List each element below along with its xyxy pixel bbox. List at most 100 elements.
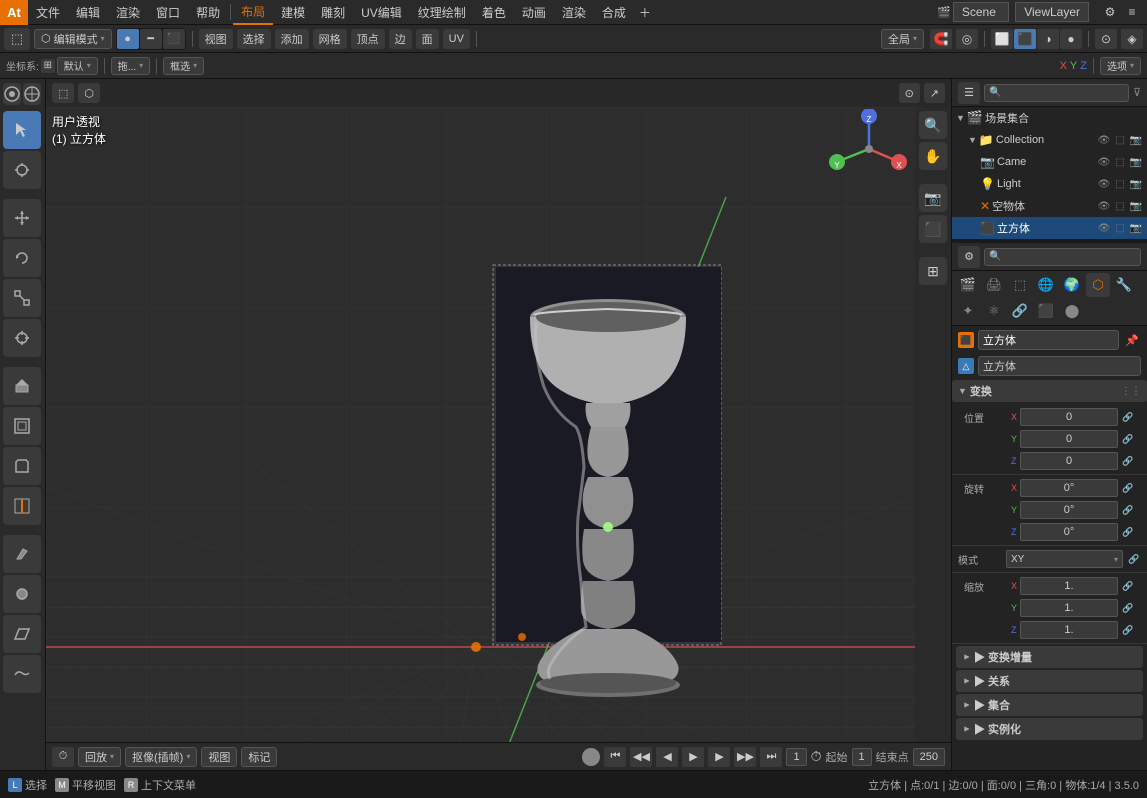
scale-y-input[interactable]: 1. — [1020, 599, 1118, 617]
camera-eye-icon[interactable]: 👁 — [1097, 155, 1111, 169]
next-frame-btn[interactable]: ▶ — [708, 747, 730, 767]
scale-z-chain[interactable]: 🔗 — [1121, 623, 1135, 637]
snap-toggle[interactable]: 🧲 — [930, 29, 952, 49]
play-btn[interactable]: ▶ — [682, 747, 704, 767]
menu-edit[interactable]: 编辑 — [68, 0, 108, 25]
orthographic-btn[interactable]: ⊞ — [919, 257, 947, 285]
vertex-menu[interactable]: 顶点 — [351, 29, 385, 49]
prev-frame-btn[interactable]: ◀ — [656, 747, 678, 767]
viewlayer-name-input[interactable]: ViewLayer — [1015, 2, 1089, 22]
next-keyframe-btn[interactable]: ▶▶ — [734, 747, 756, 767]
mode-icon-btn[interactable] — [3, 83, 21, 105]
current-frame-input[interactable]: 1 — [786, 748, 806, 766]
marker-dropdown[interactable]: 标记 — [241, 747, 277, 767]
bisect-tool-btn[interactable] — [3, 575, 41, 613]
outliner-type-btn[interactable]: ☰ — [958, 82, 980, 104]
menu-render[interactable]: 渲染 — [108, 0, 148, 25]
rot-z-chain[interactable]: 🔗 — [1121, 525, 1135, 539]
prop-tab-scene[interactable]: 🌐 — [1034, 273, 1058, 297]
transform-tool-btn[interactable] — [3, 319, 41, 357]
playback-mode-dropdown[interactable]: 回放 ▾ — [78, 747, 121, 767]
wire-shading-btn[interactable]: ⬜ — [991, 29, 1013, 49]
extrude-tool-btn[interactable] — [3, 367, 41, 405]
camera-render-icon[interactable]: 📷 — [1129, 155, 1143, 169]
properties-type-btn[interactable]: ⚙ — [958, 246, 980, 268]
prop-tab-object-data[interactable]: ⬛ — [1034, 299, 1058, 323]
select-mode-dropdown[interactable]: 框选 ▾ — [163, 57, 204, 75]
transform-global-dropdown[interactable]: 全局 ▾ — [881, 29, 924, 49]
rot-x-input[interactable]: 0° — [1020, 479, 1118, 497]
gizmo-btn[interactable] — [23, 83, 41, 105]
camera-item[interactable]: 📷 Came 👁 ⬚ 📷 — [952, 151, 1147, 173]
loc-x-chain[interactable]: 🔗 — [1121, 410, 1135, 424]
viewport-3d[interactable] — [46, 107, 915, 742]
uv-menu[interactable]: UV — [443, 29, 470, 49]
rotate-tool-btn[interactable] — [3, 239, 41, 277]
empty-screen-icon[interactable]: ⬚ — [1113, 199, 1127, 213]
prop-tab-material[interactable]: ⬤ — [1060, 299, 1084, 323]
view-dropdown[interactable]: 视图 — [201, 747, 237, 767]
properties-search[interactable]: 🔍 — [984, 248, 1141, 266]
transform-section-header[interactable]: ▼ 变换 ⋮⋮ — [952, 380, 1147, 402]
viewport-editor-type[interactable]: ⬚ — [52, 83, 74, 103]
face-mode-btn[interactable]: ⬛ — [163, 29, 185, 49]
eye-icon[interactable]: 👁 — [1097, 133, 1111, 147]
loc-z-input[interactable]: 0 — [1020, 452, 1118, 470]
workspace-uv[interactable]: UV编辑 — [353, 0, 410, 25]
edge-mode-btn[interactable]: ━ — [140, 29, 162, 49]
empty-render-icon[interactable]: 📷 — [1129, 199, 1143, 213]
engine-icon[interactable]: ⚙ — [1099, 1, 1121, 23]
scale-x-input[interactable]: 1. — [1020, 577, 1118, 595]
light-item[interactable]: 💡 Light 👁 ⬚ 📷 — [952, 173, 1147, 195]
scale-y-chain[interactable]: 🔗 — [1121, 601, 1135, 615]
prop-tab-physics[interactable]: ⚛ — [982, 299, 1006, 323]
rot-z-input[interactable]: 0° — [1020, 523, 1118, 541]
transform-options-icon[interactable]: ⋮⋮ — [1121, 386, 1141, 397]
knife-tool-btn[interactable] — [3, 535, 41, 573]
overlay-btn[interactable]: ⊙ — [1095, 29, 1117, 49]
scale-x-chain[interactable]: 🔗 — [1121, 579, 1135, 593]
prop-tab-object[interactable]: ⬡ — [1086, 273, 1110, 297]
workspace-layout[interactable]: 布局 — [233, 0, 273, 25]
transform-delta-section[interactable]: ▼ ▶ 变换增量 — [956, 646, 1143, 668]
loc-y-input[interactable]: 0 — [1020, 430, 1118, 448]
prop-tab-output[interactable]: 🖨 — [982, 273, 1006, 297]
light-eye-icon[interactable]: 👁 — [1097, 177, 1111, 191]
end-frame-input[interactable]: 250 — [913, 748, 945, 766]
preferences-icon[interactable]: ≡ — [1121, 1, 1143, 23]
vertex-mode-btn[interactable]: ● — [117, 29, 139, 49]
prop-tab-modifier[interactable]: 🔧 — [1112, 273, 1136, 297]
coord-dropdown[interactable]: 默认 ▾ — [57, 57, 98, 75]
smooth-tool-btn[interactable] — [3, 655, 41, 693]
add-workspace-btn[interactable]: ＋ — [634, 1, 656, 23]
zoom-in-btn[interactable]: 🔍 — [919, 111, 947, 139]
camera-lock-btn[interactable]: ⬛ — [919, 215, 947, 243]
scene-name-input[interactable]: Scene — [953, 2, 1009, 22]
material-shading-btn[interactable]: ◑ — [1037, 29, 1059, 49]
scene-collection-item[interactable]: ▼ 🎬 场景集合 — [952, 107, 1147, 129]
render-shading-btn[interactable]: ● — [1060, 29, 1082, 49]
menu-help[interactable]: 帮助 — [188, 0, 228, 25]
render-icon[interactable]: 📷 — [1129, 133, 1143, 147]
prop-tab-world[interactable]: 🌍 — [1060, 273, 1084, 297]
move-tool-btn[interactable] — [3, 199, 41, 237]
workspace-sculpt[interactable]: 雕刻 — [313, 0, 353, 25]
pin-icon[interactable]: 📌 — [1123, 331, 1141, 349]
editor-type-btn[interactable]: ⬚ — [4, 28, 30, 50]
workspace-color[interactable]: 着色 — [474, 0, 514, 25]
zoom-out-btn[interactable]: ✋ — [919, 142, 947, 170]
screen-icon[interactable]: ⬚ — [1113, 133, 1127, 147]
camera-screen-icon[interactable]: ⬚ — [1113, 155, 1127, 169]
workspace-composite[interactable]: 合成 — [594, 0, 634, 25]
light-screen-icon[interactable]: ⬚ — [1113, 177, 1127, 191]
edge-menu[interactable]: 边 — [389, 29, 412, 49]
viewport-area[interactable]: ⬚ ⬡ ⊙ ↗ — [46, 79, 951, 742]
prev-keyframe-btn[interactable]: ◀◀ — [630, 747, 652, 767]
inset-tool-btn[interactable] — [3, 407, 41, 445]
cursor-tool-btn[interactable] — [3, 151, 41, 189]
cube-eye-icon[interactable]: 👁 — [1097, 221, 1111, 235]
empty-item[interactable]: ✕ 空物体 👁 ⬚ 📷 — [952, 195, 1147, 217]
options-dropdown[interactable]: 选项 ▾ — [1100, 57, 1141, 75]
scale-tool-btn[interactable] — [3, 279, 41, 317]
menu-file[interactable]: 文件 — [28, 0, 68, 25]
